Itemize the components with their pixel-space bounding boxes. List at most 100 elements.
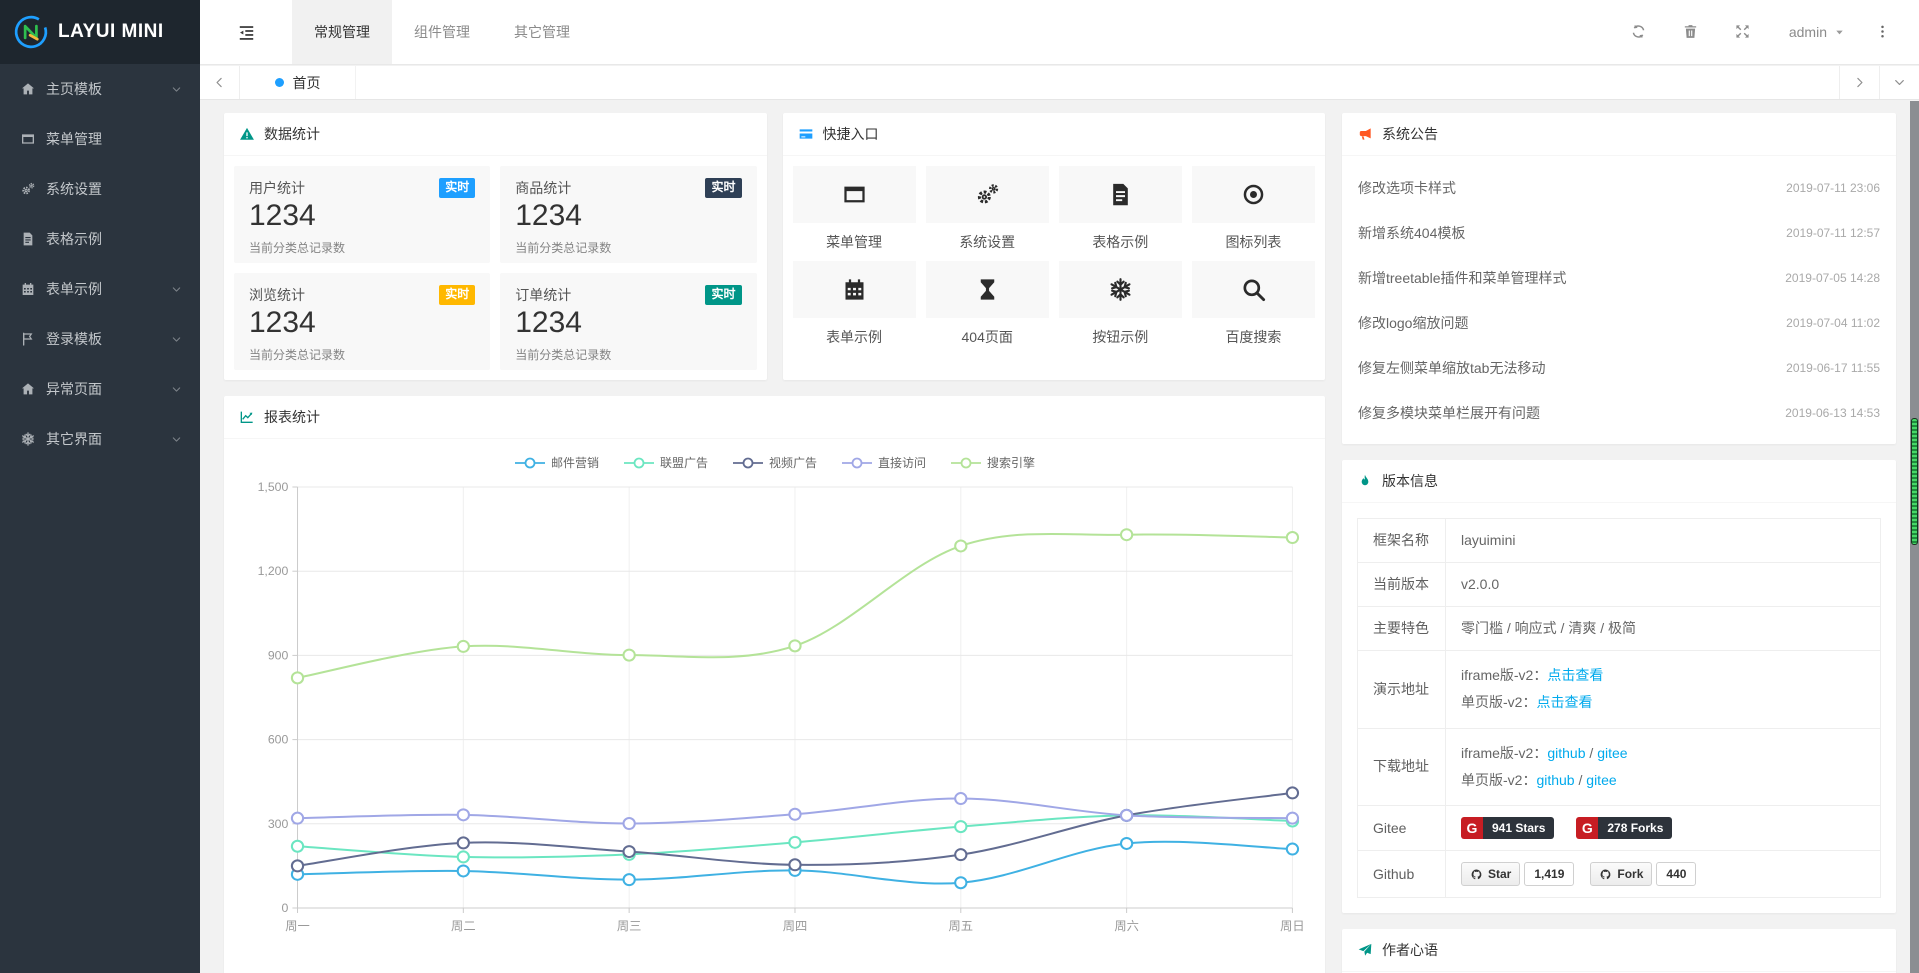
stat-cards: 用户统计实时1234当前分类总记录数商品统计实时1234当前分类总记录数浏览统计… [224,156,767,380]
chevron-down-icon [171,384,182,395]
quick-entry-tile [1059,166,1182,223]
sidebar-item-label: 系统设置 [46,179,182,199]
version-row-label: Github [1358,851,1446,898]
header-nav-tab[interactable]: 常规管理 [292,0,392,64]
expand-button[interactable] [1717,23,1769,41]
legend-marker-icon [950,456,982,470]
header-nav-tabs: 常规管理组件管理其它管理 [292,0,592,64]
announcement-row[interactable]: 修改选项卡样式2019-07-11 23:06 [1342,165,1896,210]
github-count[interactable]: 1,419 [1524,862,1574,886]
quick-entry-菜单管理[interactable]: 菜单管理 [793,166,916,259]
legend-item-邮件营销[interactable]: 邮件营销 [514,454,599,471]
refresh-icon [1630,23,1647,40]
gitee-logo-icon: G [1576,817,1598,839]
quick-entry-tile [793,261,916,318]
announcement-time: 2019-07-11 12:57 [1786,226,1880,240]
header-nav-tab[interactable]: 组件管理 [392,0,492,64]
version-link[interactable]: 点击查看 [1536,694,1592,710]
realtime-badge: 实时 [705,178,741,198]
header-nav-tab[interactable]: 其它管理 [492,0,592,64]
chart-legend: 邮件营销 联盟广告 视频广告 直接访问 搜索引擎 [224,439,1325,471]
github-fork-button[interactable]: Fork [1590,862,1652,886]
github-star-button[interactable]: Star [1461,862,1520,886]
legend-item-视频广告[interactable]: 视频广告 [732,454,817,471]
quick-entry-百度搜索[interactable]: 百度搜索 [1192,261,1315,354]
legend-marker-icon [514,456,546,470]
version-link[interactable]: github [1547,745,1585,761]
legend-label: 直接访问 [878,454,926,471]
announcement-row[interactable]: 修复左侧菜单缩放tab无法移动2019-06-17 11:55 [1342,345,1896,390]
legend-item-联盟广告[interactable]: 联盟广告 [623,454,708,471]
sidebar-item-表格示例[interactable]: 表格示例 [0,214,200,264]
more-menu-button[interactable] [1865,23,1899,41]
announcement-row[interactable]: 新增treetable插件和菜单管理样式2019-07-05 14:28 [1342,255,1896,300]
version-link[interactable]: gitee [1597,745,1627,761]
sidebar-item-其它界面[interactable]: 其它界面 [0,414,200,464]
report-panel-title: 报表统计 [264,407,320,427]
version-link[interactable]: gitee [1586,772,1616,788]
quick-entry-系统设置[interactable]: 系统设置 [926,166,1049,259]
scrollbar-thumb[interactable] [1911,418,1918,545]
tab-scroll-right-button[interactable] [1839,66,1879,99]
version-row-label: 演示地址 [1358,651,1446,729]
gitee-badges: G941 Stars G278 Forks [1461,817,1865,839]
calendar-icon [20,281,36,297]
legend-item-搜索引擎[interactable]: 搜索引擎 [950,454,1035,471]
caret-down-icon [1834,27,1845,38]
stat-card-value: 1234 [249,199,475,233]
sidebar-menu: 主页模板菜单管理系统设置表格示例表单示例登录模板异常页面其它界面 [0,64,200,464]
tab-bar-spacer [356,66,1839,99]
sidebar-item-label: 菜单管理 [46,129,182,149]
scrollbar-track[interactable] [1910,101,1919,973]
stat-card-label: 用户统计 [249,178,305,198]
tab-actions-dropdown-button[interactable] [1879,66,1919,99]
trash-button[interactable] [1665,23,1717,41]
version-link[interactable]: 点击查看 [1547,667,1603,683]
announcement-row[interactable]: 修复多模块菜单栏展开有问题2019-06-13 14:53 [1342,390,1896,435]
credit-card-icon [798,126,814,142]
quick-entry-表格示例[interactable]: 表格示例 [1059,166,1182,259]
stat-card-top: 商品统计 实时 [515,178,741,198]
sidebar-item-表单示例[interactable]: 表单示例 [0,264,200,314]
stat-card-用户统计: 用户统计实时1234当前分类总记录数 [234,166,490,263]
svg-text:1,500: 1,500 [258,480,289,494]
quick-entry-404页面[interactable]: 404页面 [926,261,1049,354]
sidebar-item-异常页面[interactable]: 异常页面 [0,364,200,414]
github-count[interactable]: 440 [1656,862,1696,886]
chevron-right-icon [1853,76,1866,89]
stat-card-top: 用户统计实时 [249,178,475,198]
open-tab-首页[interactable]: 首页 [240,66,356,99]
announcement-row[interactable]: 修改logo缩放问题2019-07-04 11:02 [1342,300,1896,345]
quick-entry-表单示例[interactable]: 表单示例 [793,261,916,354]
sidebar-item-菜单管理[interactable]: 菜单管理 [0,114,200,164]
tab-scroll-left-button[interactable] [200,66,240,99]
user-menu[interactable]: admin [1769,24,1865,40]
refresh-button[interactable] [1613,23,1665,41]
sidebar-item-登录模板[interactable]: 登录模板 [0,314,200,364]
sidebar-item-主页模板[interactable]: 主页模板 [0,64,200,114]
logo-icon [13,14,49,50]
calendar-icon [841,276,868,303]
gitee-badge[interactable]: G278 Forks [1576,817,1672,839]
legend-label: 搜索引擎 [987,454,1035,471]
stat-card-value: 1234 [515,306,741,340]
announcement-row[interactable]: 新增系统404模板2019-07-11 12:57 [1342,210,1896,255]
legend-item-直接访问[interactable]: 直接访问 [841,454,926,471]
quick-entry-按钮示例[interactable]: 按钮示例 [1059,261,1182,354]
legend-marker-icon [623,456,655,470]
trash-icon [1682,23,1699,40]
quick-entry-图标列表[interactable]: 图标列表 [1192,166,1315,259]
snowflake-icon [1107,276,1134,303]
sidebar-item-系统设置[interactable]: 系统设置 [0,164,200,214]
stat-card-top: 浏览统计实时 [249,285,475,305]
stat-card-label: 商品统计 [515,178,571,198]
gitee-badge[interactable]: G941 Stars [1461,817,1554,839]
version-text-segment: 单页版-v2： [1461,772,1536,788]
home-icon [20,81,36,97]
menu-toggle-button[interactable] [200,0,292,64]
version-link[interactable]: github [1536,772,1574,788]
quick-entry-tile [793,166,916,223]
version-row-value: iframe版-v2：点击查看单页版-v2：点击查看 [1446,651,1881,729]
tab-bar: 首页 [200,66,1919,100]
logo[interactable]: LAYUI MINI [0,0,200,64]
